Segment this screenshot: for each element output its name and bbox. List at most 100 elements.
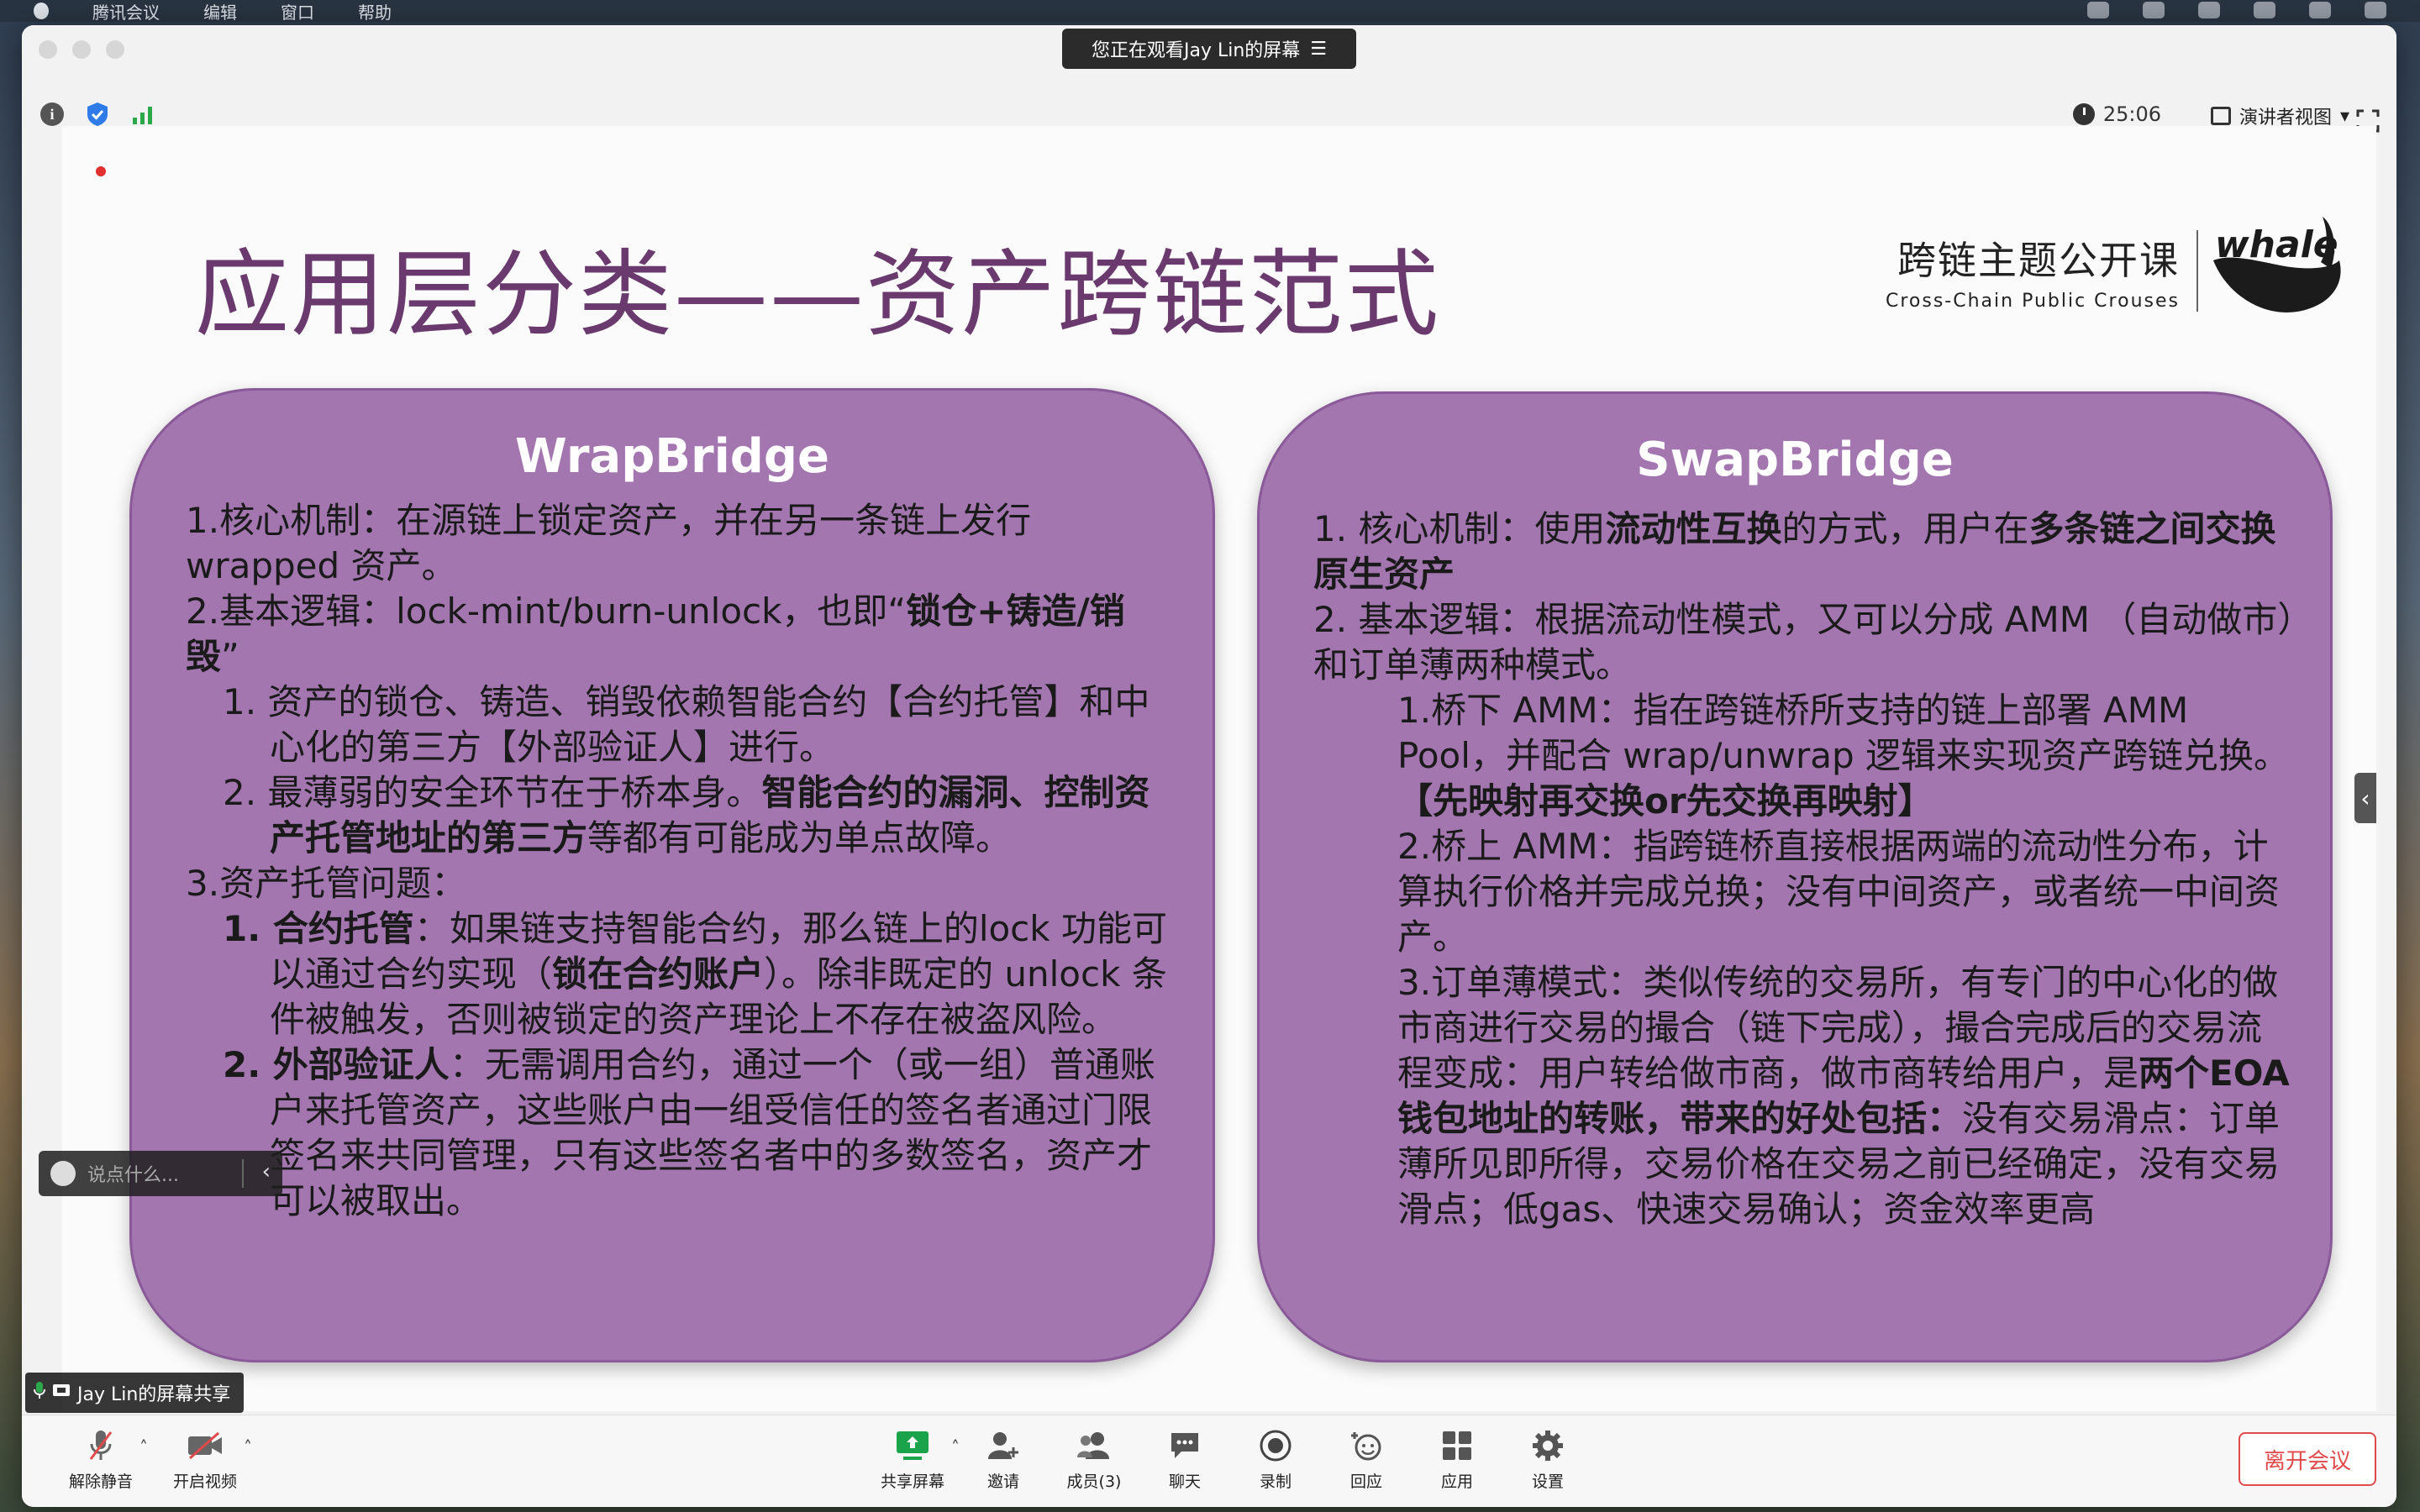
chat-bubble-icon — [1166, 1427, 1203, 1464]
chevron-left-icon: ‹ — [2360, 784, 2370, 812]
viewing-indicator[interactable]: 您正在观看Jay Lin的屏幕 ☰ — [1062, 29, 1356, 69]
panel-content: 1. 核心机制：使用流动性互换的方式，用户在多条链之间交换原生资产 2. 基本逻… — [1313, 507, 2296, 1232]
settings-label: 设置 — [1531, 1473, 1564, 1491]
info-icon[interactable]: i — [39, 101, 66, 128]
menu-lines-icon: ☰ — [1310, 38, 1328, 60]
menu-help[interactable]: 帮助 — [358, 0, 392, 24]
close-window-button[interactable] — [39, 40, 57, 59]
tray-icon[interactable] — [2198, 2, 2220, 18]
record-label: 录制 — [1259, 1473, 1292, 1491]
slide-title: 应用层分类——资产跨链范式 — [195, 240, 1440, 349]
clock-icon — [2072, 103, 2095, 125]
wrapbridge-panel: WrapBridge 1.核心机制：在源链上锁定资产，并在另一条链上发行wrap… — [129, 388, 1215, 1362]
minimize-window-button[interactable] — [72, 40, 91, 59]
swapbridge-panel: SwapBridge 1. 核心机制：使用流动性互换的方式，用户在多条链之间交换… — [1257, 391, 2333, 1362]
add-user-icon — [985, 1427, 1022, 1464]
record-button[interactable]: 录制 — [1234, 1427, 1318, 1492]
tray-icon[interactable] — [2309, 2, 2331, 18]
text-line: 2. 外部验证人：无需调用合约，通过一个（或一组）普通账户来托管资产，这些账户由… — [223, 1044, 1155, 1221]
text-line: 1. 核心机制：使用流动性互换的方式，用户在多条链之间交换原生资产 — [1313, 508, 2276, 595]
share-label-text: Jay Lin的屏幕共享 — [77, 1384, 231, 1405]
start-video-button[interactable]: 开启视频 — [163, 1427, 247, 1492]
members-icon — [1076, 1427, 1113, 1464]
svg-text:whale: whale — [2215, 223, 2338, 266]
members-button[interactable]: 成员(3) — [1052, 1427, 1136, 1492]
chevron-left-icon[interactable]: ‹ — [262, 1159, 271, 1184]
text-line: 2. 基本逻辑：根据流动性模式，又可以分成 AMM （自动做市）和订单薄两种模式… — [1313, 599, 2296, 685]
text-line: 3.资产托管问题： — [186, 863, 467, 904]
chevron-down-icon: ▾ — [2339, 105, 2349, 127]
text-line: 1. 资产的锁仓、铸造、销毁依赖智能合约【合约托管】和中心化的第三方【外部验证人… — [223, 681, 1150, 768]
brand-title-en: Cross-Chain Public Crouses — [1886, 290, 2180, 312]
settings-button[interactable]: 设置 — [1506, 1427, 1590, 1492]
tray-icon[interactable] — [2254, 2, 2275, 18]
tray-icon[interactable] — [2087, 2, 2109, 18]
panel-content: 1.核心机制：在源链上锁定资产，并在另一条链上发行wrapped 资产。 2.基… — [186, 498, 1177, 1224]
menu-app[interactable]: 腾讯会议 — [92, 0, 160, 24]
gear-icon — [1529, 1427, 1566, 1464]
chat-placeholder: 说点什么... — [87, 1165, 179, 1186]
invite-button[interactable]: 邀请 — [961, 1427, 1045, 1492]
timer-value: 25:06 — [2102, 102, 2161, 126]
panel-title: WrapBridge — [515, 429, 829, 484]
emoji-icon[interactable] — [50, 1161, 76, 1186]
unmute-label: 解除静音 — [68, 1473, 133, 1491]
mic-muted-icon — [82, 1427, 119, 1464]
apps-button[interactable]: 应用 — [1415, 1427, 1499, 1492]
brand-title-cn: 跨链主题公开课 — [1897, 237, 2180, 283]
side-panel-toggle[interactable]: ‹ — [2354, 773, 2376, 823]
signal-icon[interactable] — [129, 101, 156, 128]
members-label: 成员(3) — [1066, 1473, 1122, 1491]
invite-label: 邀请 — [986, 1473, 1019, 1491]
video-options-caret[interactable]: ˄ — [244, 1437, 252, 1457]
text-line: 3.订单薄模式：类似传统的交易所，有专门的中心化的做市商进行交易的撮合（链下完成… — [1397, 962, 2290, 1230]
shield-icon[interactable] — [84, 101, 111, 128]
unmute-button[interactable]: 解除静音 — [59, 1427, 143, 1492]
text-line: 2. 最薄弱的安全环节在于桥本身。智能合约的漏洞、控制资产托管地址的第三方等都有… — [223, 772, 1150, 858]
layout-icon — [2210, 107, 2231, 125]
chat-button[interactable]: 聊天 — [1143, 1427, 1227, 1492]
record-dot-icon — [96, 166, 106, 176]
text-line: 2.桥上 AMM：指跨链桥直接根据两端的流动性分布，计算执行价格并完成兑换；没有… — [1397, 826, 2281, 958]
leave-meeting-button[interactable]: 离开会议 — [2238, 1432, 2376, 1486]
menu-edit[interactable]: 编辑 — [203, 0, 237, 24]
zoom-window-button[interactable] — [106, 40, 124, 59]
react-button[interactable]: 回应 — [1324, 1427, 1408, 1492]
meeting-timer: 25:06 — [2072, 102, 2161, 126]
text-line: 2.基本逻辑：lock-mint/burn-unlock，也即“锁仓+铸造/销毁… — [186, 591, 1125, 677]
whale-logo: whale — [2205, 210, 2348, 331]
course-brand: 跨链主题公开课 Cross-Chain Public Crouses whale — [1886, 210, 2348, 331]
meeting-toolbar: 解除静音 ˄ 开启视频 ˄ 共享屏幕 ˄ 邀请 成员(3) 聊天 录制 回应 应… — [22, 1415, 2396, 1507]
share-screen-icon — [894, 1427, 931, 1464]
microphone-icon — [34, 1381, 45, 1404]
apple-icon[interactable] — [34, 3, 49, 19]
meeting-window: 您正在观看Jay Lin的屏幕 ☰ i 25:06 演讲者视图 ▾ 应用层分类—… — [22, 25, 2396, 1507]
audio-options-caret[interactable]: ˄ — [139, 1437, 148, 1457]
tray-icon[interactable] — [2365, 2, 2386, 18]
title-bar: 您正在观看Jay Lin的屏幕 ☰ — [22, 25, 2396, 79]
panel-title: SwapBridge — [1636, 433, 1954, 487]
react-label: 回应 — [1349, 1473, 1382, 1491]
screen-share-label: Jay Lin的屏幕共享 — [25, 1373, 245, 1413]
text-line: 1. 合约托管：如果链支持智能合约，那么链上的lock 功能可以通过合约实现（锁… — [223, 908, 1167, 1040]
text-line: 1.核心机制：在源链上锁定资产，并在另一条链上发行wrapped 资产。 — [186, 500, 1032, 586]
reaction-icon — [1348, 1427, 1385, 1464]
divider — [242, 1159, 244, 1188]
shared-screen: 应用层分类——资产跨链范式 跨链主题公开课 Cross-Chain Public… — [62, 126, 2376, 1411]
apps-grid-icon — [1439, 1427, 1476, 1464]
screen-icon — [52, 1383, 71, 1404]
viewing-label: 您正在观看Jay Lin的屏幕 — [1091, 40, 1301, 61]
recording-indicator — [96, 166, 106, 176]
window-controls — [39, 40, 124, 59]
system-tray — [2087, 2, 2386, 18]
record-icon — [1257, 1427, 1294, 1464]
share-screen-button[interactable]: 共享屏幕 — [871, 1427, 955, 1492]
apps-label: 应用 — [1440, 1473, 1473, 1491]
menu-window[interactable]: 窗口 — [281, 0, 314, 24]
chat-label: 聊天 — [1168, 1473, 1201, 1491]
chat-quick-input[interactable]: 说点什么... ‹ — [39, 1151, 282, 1196]
text-line: 1.桥下 AMM：指在跨链桥所支持的链上部署 AMM Pool，并配合 wrap… — [1397, 690, 2290, 822]
menu-bar: 腾讯会议 编辑 窗口 帮助 — [0, 0, 2420, 24]
tray-icon[interactable] — [2143, 2, 2165, 18]
share-options-caret[interactable]: ˄ — [951, 1437, 960, 1457]
